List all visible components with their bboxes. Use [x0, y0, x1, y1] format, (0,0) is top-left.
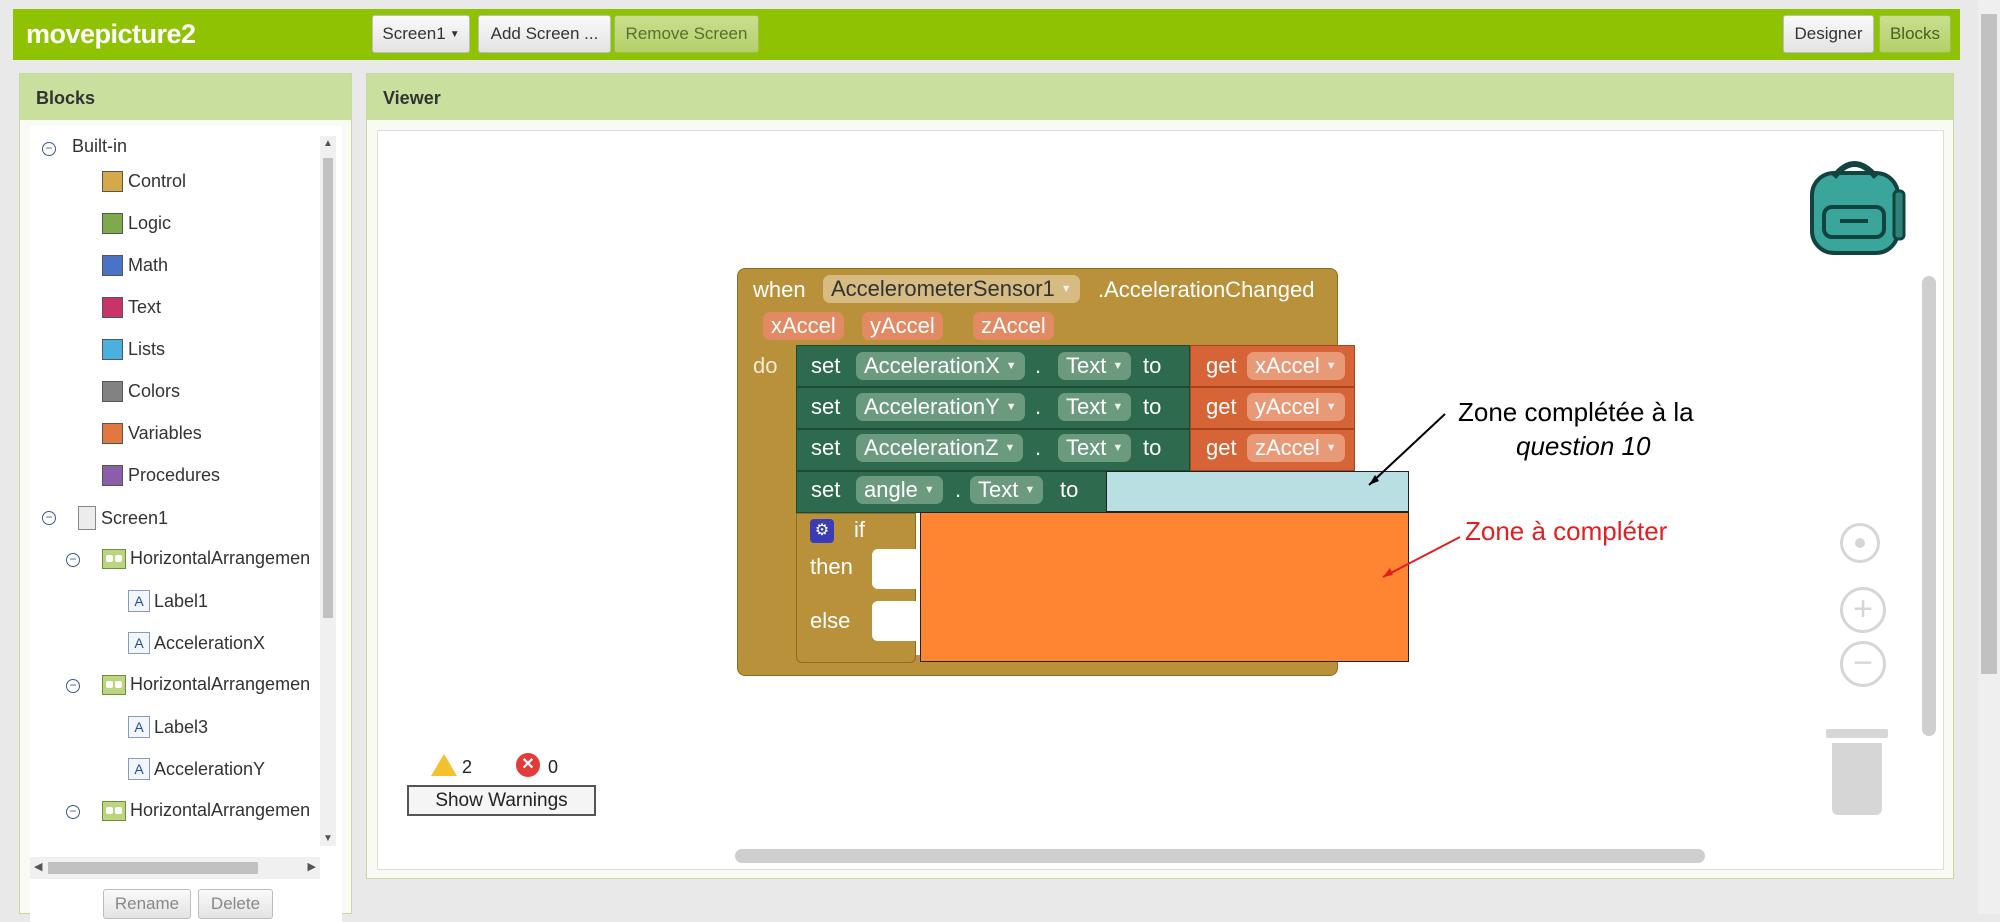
chevron-down-icon: ▼ — [449, 28, 460, 40]
workspace-horizontal-scrollbar[interactable] — [735, 849, 1705, 863]
label-icon: A — [128, 590, 150, 612]
tree-item-control[interactable]: Control — [102, 171, 186, 192]
scrollbar-thumb[interactable] — [1981, 14, 1997, 674]
colors-swatch-icon — [102, 381, 123, 402]
tree-item-label: Variables — [128, 423, 202, 443]
horizontal-arrangement-icon — [102, 548, 126, 569]
scroll-left-icon[interactable]: ◀ — [34, 860, 42, 873]
tree-item-label1[interactable]: A Label1 — [128, 590, 208, 612]
screen-icon — [78, 506, 96, 530]
tree-item-label: Built-in — [72, 136, 128, 156]
blocks-panel-title: Blocks — [20, 74, 351, 120]
label-icon: A — [128, 632, 150, 654]
tree-item-label: HorizontalArrangemen — [130, 548, 311, 568]
tree-item-label: Lists — [128, 339, 166, 359]
tree-item-math[interactable]: Math — [102, 255, 168, 276]
tree-horizontal-scrollbar[interactable]: ◀ ▶ — [30, 857, 320, 879]
tree-item-label: HorizontalArrangemen — [130, 674, 311, 694]
page-vertical-scrollbar[interactable] — [1978, 0, 2000, 914]
tree-item-label: AccelerationX — [154, 632, 266, 653]
tree-item-builtin[interactable]: Built-in — [72, 136, 127, 157]
tree-item-label: AccelerationY — [154, 758, 266, 779]
text-swatch-icon — [102, 297, 123, 318]
procedures-swatch-icon — [102, 465, 123, 486]
tree-item-label: Screen1 — [101, 507, 169, 528]
scroll-right-icon[interactable]: ▶ — [308, 860, 316, 873]
tree-item-procedures[interactable]: Procedures — [102, 465, 220, 486]
horizontal-arrangement-icon — [102, 674, 126, 695]
tree-item-label: Control — [128, 171, 187, 191]
tree-item-text[interactable]: Text — [102, 297, 161, 318]
error-count: 0 — [548, 757, 559, 777]
math-swatch-icon — [102, 255, 123, 276]
blocks-tree: − Built-in Control Logic Math Text Lists… — [30, 126, 342, 922]
error-icon: ✕ — [516, 753, 540, 777]
scrollbar-thumb[interactable] — [48, 862, 258, 874]
collapse-harr2-icon[interactable]: − — [66, 679, 80, 693]
blocks-panel: Blocks − Built-in Control Logic Math Tex… — [19, 73, 352, 922]
zoom-out-icon[interactable]: − — [1840, 641, 1886, 687]
annotation-arrows — [1368, 413, 1461, 578]
add-screen-button[interactable]: Add Screen ... — [478, 15, 611, 53]
tree-item-label: Math — [128, 255, 169, 275]
screen-dropdown-button[interactable]: Screen1 ▼ — [372, 15, 470, 53]
tree-item-accelerationy[interactable]: A AccelerationY — [128, 758, 265, 780]
warning-count: 2 — [462, 757, 473, 777]
to-complete-zone-label: Zone à compléter — [1465, 516, 1668, 546]
completed-zone-label: Zone complétée à la — [1458, 397, 1694, 427]
blocks-button[interactable]: Blocks — [1879, 15, 1951, 53]
top-bar: movepicture2 Screen1 ▼ Add Screen ... Rem… — [13, 9, 1960, 60]
tree-item-label: Procedures — [128, 465, 221, 485]
collapse-harr1-icon[interactable]: − — [66, 553, 80, 567]
scrollbar-thumb[interactable] — [323, 158, 333, 618]
tree-item-label3[interactable]: A Label3 — [128, 716, 208, 738]
tree-item-label: Colors — [128, 381, 181, 401]
tree-item-colors[interactable]: Colors — [102, 381, 180, 402]
recenter-icon[interactable] — [1840, 523, 1880, 563]
tree-item-label: Label1 — [154, 590, 209, 611]
logic-swatch-icon — [102, 213, 123, 234]
tree-item-logic[interactable]: Logic — [102, 213, 171, 234]
tree-item-label: Text — [128, 297, 162, 317]
zoom-in-icon[interactable]: + — [1840, 587, 1886, 633]
tree-item-accelerationx[interactable]: A AccelerationX — [128, 632, 265, 654]
tree-item-harrangement[interactable]: HorizontalArrangemen — [102, 548, 310, 569]
delete-button[interactable]: Delete — [198, 889, 273, 919]
show-warnings-button[interactable]: Show Warnings — [407, 785, 596, 816]
tree-item-label: Label3 — [154, 716, 209, 737]
tree-item-label: Logic — [128, 213, 172, 233]
blocks-workspace[interactable]: when AccelerometerSensor1 ▼ .Acceleration… — [377, 130, 1944, 870]
tree-item-harrangement[interactable]: HorizontalArrangemen — [102, 674, 310, 695]
tree-item-label: HorizontalArrangemen — [130, 800, 311, 820]
collapse-harr3-icon[interactable]: − — [66, 805, 80, 819]
control-swatch-icon — [102, 171, 123, 192]
tree-item-screen1[interactable]: Screen1 — [78, 506, 168, 530]
scroll-up-icon[interactable]: ▲ — [323, 138, 333, 149]
remove-screen-button[interactable]: Remove Screen — [614, 15, 759, 53]
label-icon: A — [128, 758, 150, 780]
collapse-screen-icon[interactable]: − — [42, 511, 56, 525]
collapse-builtin-icon[interactable]: − — [42, 142, 56, 156]
screen-dropdown-label: Screen1 — [382, 24, 446, 43]
tree-item-variables[interactable]: Variables — [102, 423, 202, 444]
app-title: movepicture2 — [26, 19, 196, 49]
rename-button[interactable]: Rename — [103, 889, 191, 919]
workspace-vertical-scrollbar[interactable] — [1922, 276, 1936, 736]
tree-item-harrangement[interactable]: HorizontalArrangemen — [102, 800, 310, 821]
lists-swatch-icon — [102, 339, 123, 360]
variables-swatch-icon — [102, 423, 123, 444]
scroll-down-icon[interactable]: ▼ — [323, 833, 333, 844]
designer-button[interactable]: Designer — [1783, 15, 1874, 53]
trash-icon[interactable] — [1826, 729, 1888, 815]
horizontal-arrangement-icon — [102, 800, 126, 821]
tree-vertical-scrollbar[interactable]: ▲ ▼ — [320, 136, 336, 846]
tree-item-lists[interactable]: Lists — [102, 339, 165, 360]
warning-icon — [431, 754, 457, 776]
label-icon: A — [128, 716, 150, 738]
viewer-panel-title: Viewer — [367, 74, 1953, 120]
completed-zone-label-question: question 10 — [1516, 431, 1651, 461]
